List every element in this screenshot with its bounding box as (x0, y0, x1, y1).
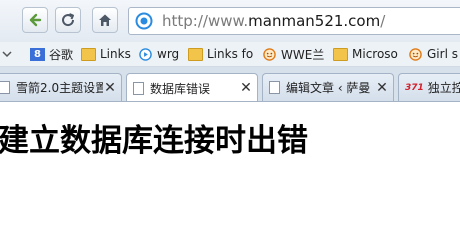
page-icon (133, 81, 144, 95)
bookmark-wrg[interactable]: wrg (138, 45, 188, 63)
refresh-icon (62, 13, 75, 27)
bookmarks-overflow-indicator[interactable] (0, 45, 20, 63)
home-button[interactable] (92, 7, 118, 33)
bookmarks-bar: 8 谷歌 Links wrg Links fo WWE兰 Microso Gir… (0, 42, 460, 67)
tab-theme-settings[interactable]: 雪箭2.0主题设置 ✕ (0, 73, 122, 101)
bookmark-links[interactable]: Links (81, 45, 133, 63)
page-icon (269, 81, 280, 94)
page-icon (0, 81, 10, 94)
refresh-button[interactable] (55, 7, 81, 33)
bookmark-label: Links fo (207, 47, 254, 61)
site-globe-icon (135, 12, 153, 30)
page-heading: 建立数据库连接时出错 (0, 123, 308, 159)
bookmark-label: Links (100, 47, 131, 61)
tab-label: 雪箭2.0主题设置 (16, 81, 103, 95)
google-icon: 8 (30, 47, 45, 61)
bookmark-label: Microso (352, 47, 398, 61)
home-icon (99, 14, 111, 26)
bookmark-girl[interactable]: Girl s (408, 45, 460, 63)
bookmark-label: 谷歌 (49, 47, 74, 62)
folder-icon (188, 47, 203, 61)
browser-toolbar: http://www.manman521.com/ (0, 0, 460, 42)
tab-label: 独立控 (427, 81, 460, 95)
bookmark-wwe[interactable]: WWE兰 (262, 45, 328, 63)
close-icon[interactable]: ✕ (103, 80, 117, 96)
tab-database-error[interactable]: 数据库错误 ✕ (126, 73, 258, 102)
tab-edit-post[interactable]: 编辑文章 ‹ 萨曼 ✕ (262, 73, 394, 101)
tab-independent[interactable]: 371 独立控 (398, 73, 460, 101)
url-text: http://www.manman521.com/ (162, 12, 386, 30)
tab-content-divider (0, 101, 460, 102)
tab-label: 编辑文章 ‹ 萨曼 (286, 81, 371, 95)
tab-label: 数据库错误 (150, 81, 211, 96)
back-arrow-icon (29, 13, 42, 27)
folder-icon (81, 47, 96, 61)
chevron-down-icon (2, 51, 12, 58)
smiley-icon (263, 47, 276, 61)
bookmark-label: WWE兰 (281, 47, 325, 62)
bookmark-label: wrg (157, 47, 180, 61)
address-bar[interactable]: http://www.manman521.com/ (128, 7, 460, 35)
bookmark-microsoft[interactable]: Microso (333, 45, 401, 63)
close-icon[interactable]: ✕ (239, 80, 253, 96)
close-icon[interactable]: ✕ (375, 80, 389, 96)
smiley-icon (409, 47, 422, 61)
bookmark-label: Girl s (427, 47, 458, 61)
back-button[interactable] (22, 7, 48, 33)
play-icon (139, 47, 152, 61)
bookmark-google[interactable]: 8 谷歌 (30, 45, 76, 63)
site-371-icon: 371 (405, 82, 424, 93)
folder-icon (333, 47, 348, 61)
tab-strip: 雪箭2.0主题设置 ✕ 数据库错误 ✕ 编辑文章 ‹ 萨曼 ✕ 371 独立控 (0, 67, 460, 102)
bookmark-links-for[interactable]: Links fo (188, 45, 258, 63)
